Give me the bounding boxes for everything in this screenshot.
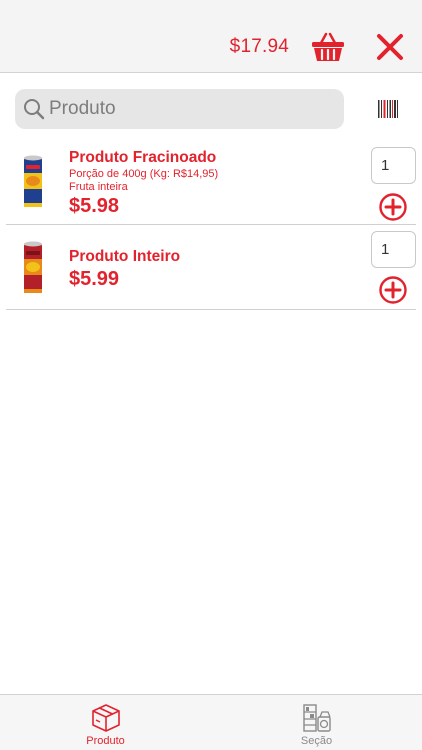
product-detail: Porção de 400g (Kg: R$14,95) [69,168,219,180]
product-note: Fruta inteira [69,181,128,193]
quantity-field[interactable] [371,231,416,268]
quantity-field[interactable] [371,147,416,184]
section-icon [303,704,331,732]
product-list: Produto Fracinoado Porção de 400g (Kg: R… [6,140,416,310]
basket-icon[interactable] [311,31,345,63]
close-icon[interactable] [374,31,406,63]
add-plus-icon[interactable] [378,275,408,305]
product-image [24,155,42,207]
tab-secao[interactable]: Seção [211,695,422,750]
top-bar: $17.94 [0,0,422,73]
list-item[interactable]: Produto Fracinoado Porção de 400g (Kg: R… [6,140,416,225]
search-bar [15,89,344,129]
product-name: Produto Inteiro [69,248,181,265]
barcode-icon[interactable] [377,99,399,119]
tab-bar: Produto Seção [0,694,422,750]
tab-label: Seção [300,735,333,747]
add-plus-icon[interactable] [378,192,408,222]
product-price: $5.98 [69,195,120,217]
box-icon [92,704,120,732]
product-price: $5.99 [69,268,120,290]
cart-total: $17.94 [229,36,289,57]
product-image [24,241,42,293]
list-item[interactable]: Produto Inteiro $5.99 [6,225,416,310]
tab-produto[interactable]: Produto [0,695,211,750]
product-name: Produto Fracinoado [69,149,217,166]
search-input[interactable] [49,89,339,129]
tab-label: Produto [86,735,125,747]
search-icon [24,99,45,120]
